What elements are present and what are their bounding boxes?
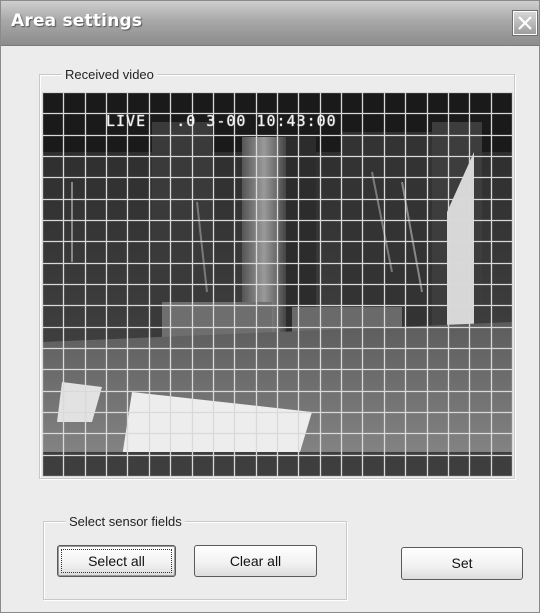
video-osd-text: LIVE .0 3-00 10:43:00: [106, 112, 337, 130]
video-sensor-grid[interactable]: LIVE .0 3-00 10:43:00: [42, 92, 513, 477]
title-bar[interactable]: Area settings: [1, 1, 539, 46]
select-all-label: Select all: [88, 553, 145, 569]
clear-all-label: Clear all: [229, 553, 282, 569]
received-video-legend: Received video: [62, 67, 157, 82]
set-label: Set: [451, 555, 473, 571]
select-all-button[interactable]: Select all: [57, 545, 176, 577]
video-image[interactable]: [42, 92, 513, 477]
set-button[interactable]: Set: [401, 547, 523, 580]
area-settings-window: Area settings Received video LIVE .0 3-0…: [0, 0, 540, 613]
close-button[interactable]: [512, 10, 538, 36]
select-sensor-fields-legend: Select sensor fields: [66, 514, 185, 529]
clear-all-button[interactable]: Clear all: [194, 545, 317, 577]
close-icon: [518, 16, 532, 30]
window-title: Area settings: [11, 11, 143, 31]
